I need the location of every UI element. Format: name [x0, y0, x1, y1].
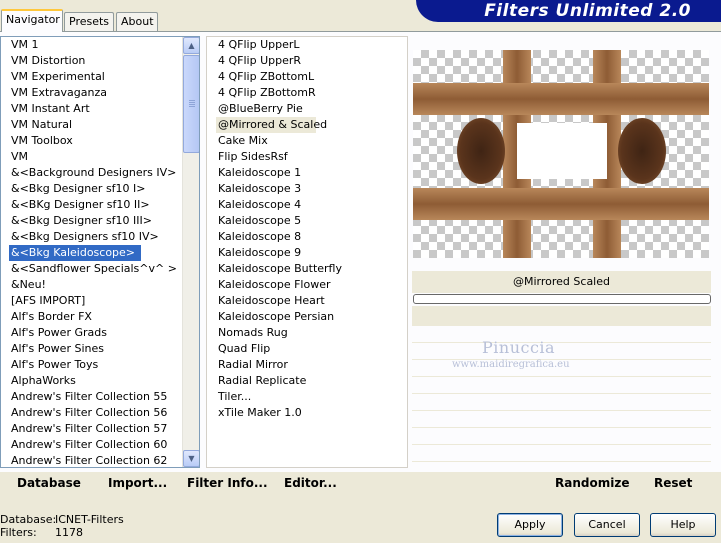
- tab-navigator[interactable]: Navigator: [1, 9, 63, 32]
- filter-item[interactable]: Cake Mix: [207, 133, 407, 149]
- category-item[interactable]: &<BKg Designer sf10 II>: [1, 197, 199, 213]
- filter-item[interactable]: Kaleidoscope Butterfly: [207, 261, 407, 277]
- category-scrollbar[interactable]: ▲ ▼: [182, 37, 199, 467]
- filter-item[interactable]: 4 QFlip ZBottomL: [207, 69, 407, 85]
- category-item[interactable]: Andrew's Filter Collection 55: [1, 389, 199, 405]
- filter-item[interactable]: Kaleidoscope 3: [207, 181, 407, 197]
- category-item[interactable]: &<Background Designers IV>: [1, 165, 199, 181]
- randomize-button[interactable]: Randomize: [555, 476, 629, 490]
- filter-item[interactable]: 4 QFlip UpperL: [207, 37, 407, 53]
- title-banner: Filters Unlimited 2.0: [416, 0, 721, 22]
- category-item[interactable]: VM Distortion: [1, 53, 199, 69]
- tab-about[interactable]: About: [116, 12, 158, 31]
- filter-item[interactable]: @Mirrored & Scaled: [216, 117, 327, 133]
- category-item[interactable]: VM Toolbox: [1, 133, 199, 149]
- filter-item[interactable]: Flip SidesRsf: [207, 149, 407, 165]
- watermark-name: Pinuccia: [482, 338, 556, 357]
- command-bar: Database Import... Filter Info... Editor…: [0, 472, 721, 498]
- category-item[interactable]: VM 1: [1, 37, 199, 53]
- status-database: Database:ICNET-Filters: [0, 513, 124, 526]
- database-value: ICNET-Filters: [55, 513, 124, 526]
- filter-list[interactable]: 4 QFlip UpperL 4 QFlip UpperR 4 QFlip ZBot…: [206, 36, 408, 468]
- category-item[interactable]: &<Bkg Designers sf10 IV>: [1, 229, 199, 245]
- scroll-thumb[interactable]: [183, 55, 199, 153]
- reset-button[interactable]: Reset: [654, 476, 692, 490]
- app-title: Filters Unlimited 2.0: [484, 1, 691, 21]
- category-item[interactable]: Alf's Power Grads: [1, 325, 199, 341]
- filter-item[interactable]: Radial Replicate: [207, 373, 407, 389]
- filter-item[interactable]: Kaleidoscope 1: [207, 165, 407, 181]
- filter-item[interactable]: @BlueBerry Pie: [207, 101, 407, 117]
- filter-item[interactable]: xTile Maker 1.0: [207, 405, 407, 421]
- filter-item[interactable]: Kaleidoscope Persian: [207, 309, 407, 325]
- help-button[interactable]: Help: [650, 513, 716, 537]
- filter-item[interactable]: Kaleidoscope 4: [207, 197, 407, 213]
- category-list[interactable]: VM 1 VM Distortion VM Experimental VM Extra…: [0, 36, 200, 468]
- scroll-down-icon[interactable]: ▼: [183, 450, 199, 467]
- category-item[interactable]: Andrew's Filter Collection 56: [1, 405, 199, 421]
- watermark-url: www.maidiregrafica.eu: [452, 359, 570, 370]
- category-item[interactable]: VM: [1, 149, 199, 165]
- filters-value: 1178: [55, 526, 83, 539]
- database-label: Database:: [0, 513, 57, 526]
- category-item[interactable]: Alf's Power Toys: [1, 357, 199, 373]
- filter-item[interactable]: 4 QFlip UpperR: [207, 53, 407, 69]
- import-button[interactable]: Import...: [108, 476, 167, 490]
- filter-item[interactable]: Kaleidoscope Heart: [207, 293, 407, 309]
- category-item[interactable]: &Neu!: [1, 277, 199, 293]
- filter-item[interactable]: Kaleidoscope 8: [207, 229, 407, 245]
- filter-item[interactable]: Radial Mirror: [207, 357, 407, 373]
- filter-item[interactable]: Quad Flip: [207, 341, 407, 357]
- category-item[interactable]: VM Extravaganza: [1, 85, 199, 101]
- filter-item[interactable]: Kaleidoscope Flower: [207, 277, 407, 293]
- category-item[interactable]: &<Bkg Kaleidoscope>: [9, 245, 141, 261]
- selected-filter-name: @Mirrored Scaled: [412, 271, 711, 293]
- progress-bar: [413, 294, 711, 304]
- category-item[interactable]: &<Bkg Designer sf10 I>: [1, 181, 199, 197]
- cancel-button[interactable]: Cancel: [574, 513, 640, 537]
- category-item[interactable]: [AFS IMPORT]: [1, 293, 199, 309]
- filter-info-button[interactable]: Filter Info...: [187, 476, 268, 490]
- category-item[interactable]: Andrew's Filter Collection 57: [1, 421, 199, 437]
- category-item[interactable]: Andrew's Filter Collection 62: [1, 453, 199, 467]
- category-item[interactable]: Alf's Border FX: [1, 309, 199, 325]
- filter-item[interactable]: Kaleidoscope 5: [207, 213, 407, 229]
- category-item[interactable]: VM Instant Art: [1, 101, 199, 117]
- filters-label: Filters:: [0, 526, 37, 539]
- category-item[interactable]: &<Sandflower Specials^v^ >: [1, 261, 199, 277]
- filter-item[interactable]: Kaleidoscope 9: [207, 245, 407, 261]
- filter-item[interactable]: Nomads Rug: [207, 325, 407, 341]
- apply-button[interactable]: Apply: [497, 513, 563, 537]
- tab-presets[interactable]: Presets: [64, 12, 114, 31]
- editor-button[interactable]: Editor...: [284, 476, 337, 490]
- database-button[interactable]: Database: [17, 476, 81, 490]
- filter-item[interactable]: 4 QFlip ZBottomR: [207, 85, 407, 101]
- category-item[interactable]: VM Natural: [1, 117, 199, 133]
- category-item[interactable]: Alf's Power Sines: [1, 341, 199, 357]
- filter-item[interactable]: Tiler...: [207, 389, 407, 405]
- category-item[interactable]: VM Experimental: [1, 69, 199, 85]
- category-item[interactable]: &<Bkg Designer sf10 III>: [1, 213, 199, 229]
- preview-image: [413, 50, 709, 258]
- status-filters: Filters: 1178: [0, 526, 83, 539]
- scroll-up-icon[interactable]: ▲: [183, 37, 199, 54]
- category-item[interactable]: Andrew's Filter Collection 60: [1, 437, 199, 453]
- category-item[interactable]: AlphaWorks: [1, 373, 199, 389]
- parameter-rows: [412, 306, 711, 466]
